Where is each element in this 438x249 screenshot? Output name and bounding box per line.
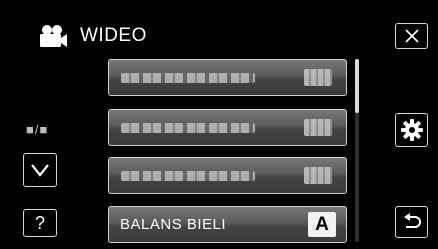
scrollbar-thumb[interactable] [355, 59, 359, 113]
return-icon [403, 213, 421, 228]
help-button[interactable]: ? [23, 209, 57, 237]
menu-item-label-placeholder [121, 170, 255, 181]
video-camera-icon [38, 24, 68, 48]
menu-item[interactable] [108, 157, 347, 194]
menu-item-white-balance[interactable]: BALANS BIELI A [108, 206, 347, 243]
menu-item-value: A [315, 213, 329, 235]
page-title: WIDEO [80, 25, 147, 46]
menu-item[interactable] [108, 109, 347, 146]
settings-button[interactable] [395, 113, 428, 147]
mode-indicator: ■/■ [26, 122, 49, 137]
menu-item-label-placeholder [121, 72, 255, 83]
help-label: ? [34, 212, 45, 233]
gear-icon [400, 119, 423, 141]
menu-item-label: BALANS BIELI [120, 216, 227, 233]
menu-item[interactable] [108, 59, 347, 96]
menu-item-value-placeholder [304, 119, 332, 136]
back-button[interactable] [395, 206, 428, 238]
menu-item-value-placeholder [304, 167, 332, 184]
menu-item-label-placeholder [121, 122, 255, 133]
white-balance-auto-badge: A [308, 212, 336, 237]
close-icon [404, 29, 419, 43]
close-button[interactable] [395, 23, 428, 49]
scroll-down-button[interactable] [23, 153, 57, 187]
chevron-down-icon [31, 164, 49, 177]
menu-item-value-placeholder [304, 69, 332, 86]
